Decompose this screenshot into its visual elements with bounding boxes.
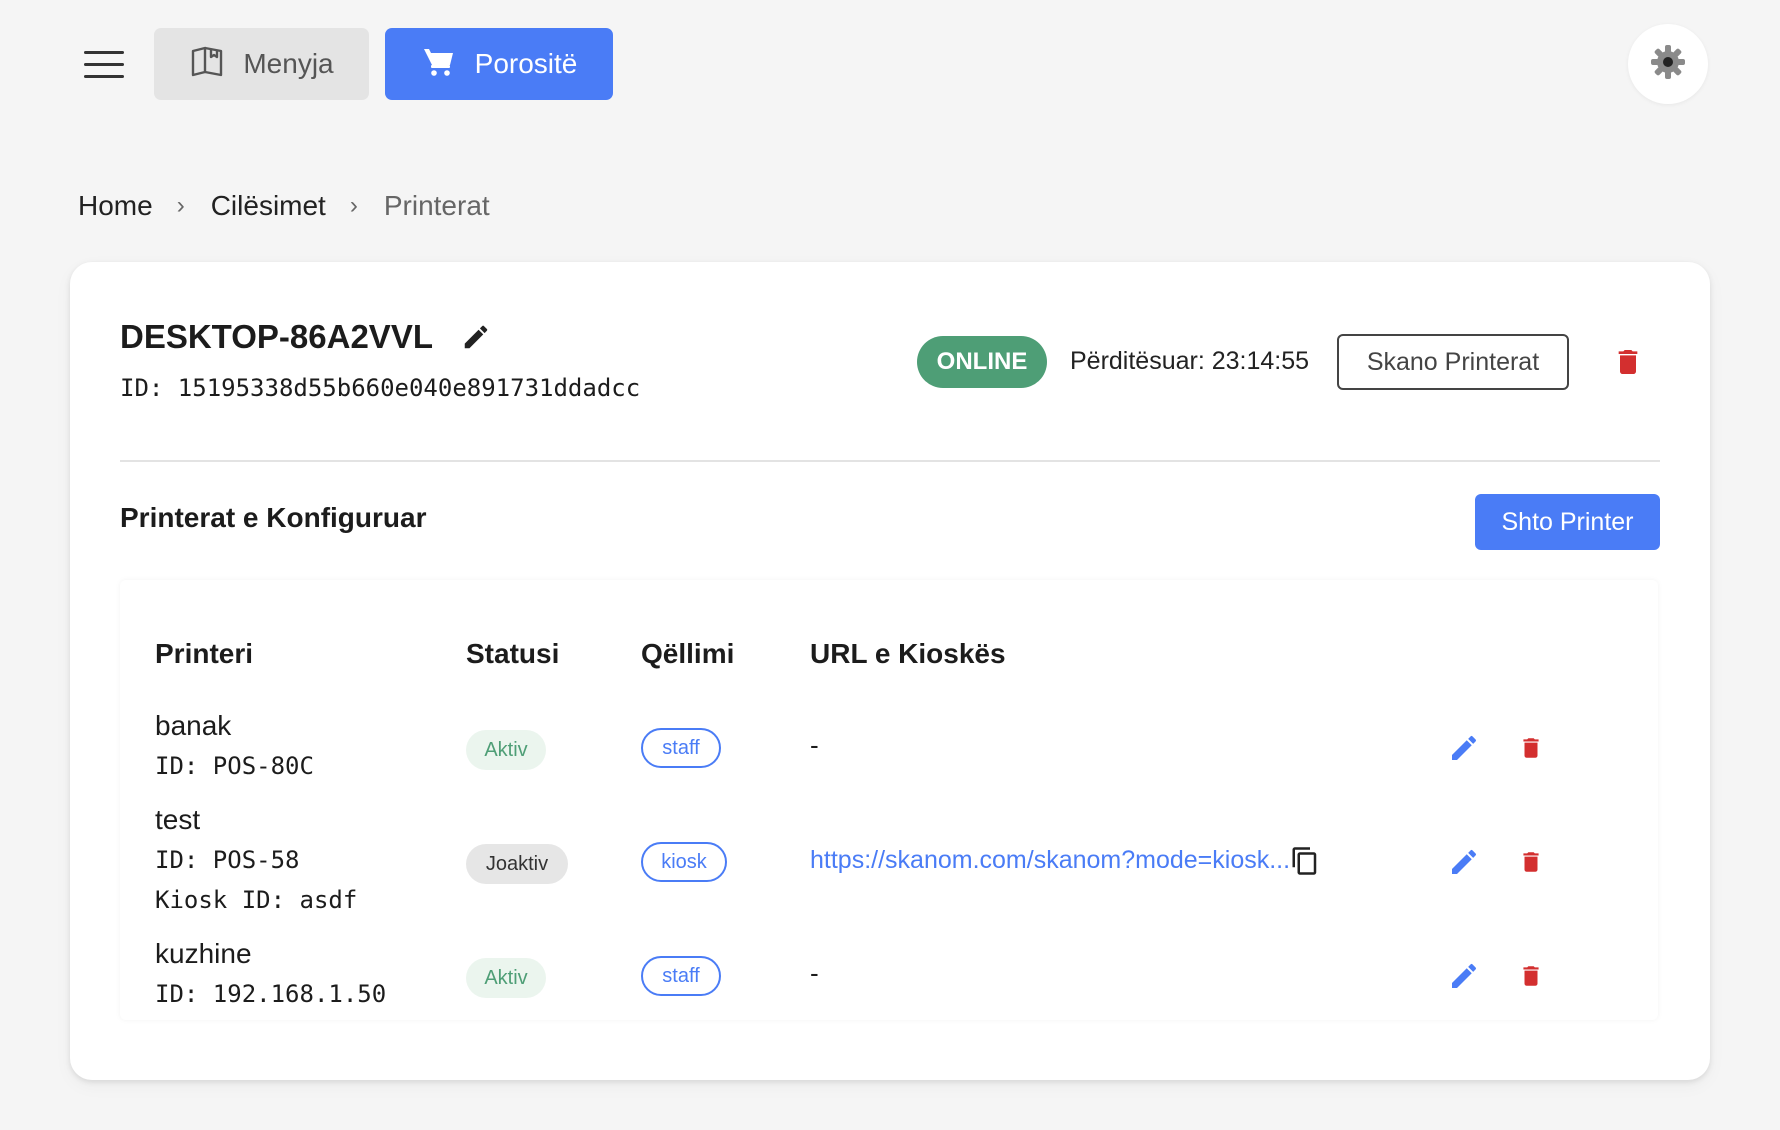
pencil-icon[interactable] xyxy=(1448,732,1480,764)
status-chip: Joaktiv xyxy=(466,844,568,884)
breadcrumb: Home › Cilësimet › Printerat xyxy=(78,186,490,226)
trash-icon[interactable] xyxy=(1612,344,1644,380)
trash-icon[interactable] xyxy=(1518,732,1544,764)
status-badge: ONLINE xyxy=(917,336,1047,388)
printer-name: kuzhine xyxy=(155,938,252,969)
orders-button[interactable]: Porositë xyxy=(385,28,613,100)
pencil-icon[interactable] xyxy=(1448,960,1480,992)
printer-name: banak xyxy=(155,710,232,741)
breadcrumb-settings[interactable]: Cilësimet xyxy=(211,190,326,222)
top-bar: Menyja Porositë xyxy=(0,0,1780,130)
purpose-chip: kiosk xyxy=(641,842,727,882)
printer-id: ID: POS-80C xyxy=(155,752,314,780)
menu-button-label: Menyja xyxy=(243,48,334,79)
chevron-right-icon: › xyxy=(349,192,358,219)
printer-id: ID: 192.168.1.50 xyxy=(155,980,387,1008)
last-updated: Përditësuar: 23:14:55 xyxy=(1070,347,1310,375)
kiosk-url-link[interactable]: https://skanom.com/skanom?mode=kiosk... xyxy=(810,846,1290,875)
pencil-icon[interactable] xyxy=(1448,846,1480,878)
header-printer: Printeri xyxy=(155,638,254,669)
printers-table: Printeri Statusi Qëllimi URL e Kioskës b… xyxy=(120,580,1658,1020)
divider xyxy=(120,460,1660,462)
table-row: kuzhine ID: 192.168.1.50 Aktiv staff - xyxy=(120,938,1658,1028)
orders-button-label: Porositë xyxy=(474,48,578,79)
copy-icon[interactable] xyxy=(1290,844,1320,878)
chevron-right-icon: › xyxy=(176,192,185,219)
purpose-chip: staff xyxy=(641,728,721,768)
trash-icon[interactable] xyxy=(1518,960,1544,992)
printer-name: test xyxy=(155,804,201,835)
settings-button[interactable] xyxy=(1628,24,1708,104)
status-chip: Aktiv xyxy=(466,730,546,770)
book-icon xyxy=(189,43,225,86)
kiosk-id: Kiosk ID: asdf xyxy=(155,886,358,914)
table-row: test ID: POS-58 Kiosk ID: asdf Joaktiv k… xyxy=(120,804,1658,924)
status-chip: Aktiv xyxy=(466,958,546,998)
purpose-chip: staff xyxy=(641,956,721,996)
trash-icon[interactable] xyxy=(1518,846,1544,878)
section-title: Printerat e Konfiguruar xyxy=(120,502,427,533)
breadcrumb-home[interactable]: Home xyxy=(78,190,153,222)
kiosk-url: - xyxy=(810,730,819,760)
breadcrumb-printers: Printerat xyxy=(383,190,490,221)
hamburger-icon[interactable] xyxy=(82,46,126,82)
add-printer-button[interactable]: Shto Printer xyxy=(1475,494,1660,550)
menu-button[interactable]: Menyja xyxy=(154,28,369,100)
printer-id: ID: POS-58 xyxy=(155,846,300,874)
cart-icon xyxy=(421,43,457,86)
pencil-icon[interactable] xyxy=(461,322,491,352)
kiosk-url: - xyxy=(810,958,819,988)
device-header: DESKTOP-86A2VVL xyxy=(120,318,491,356)
header-status: Statusi xyxy=(466,638,560,669)
gear-icon xyxy=(1648,42,1688,87)
scan-printers-button[interactable]: Skano Printerat xyxy=(1337,334,1569,390)
header-purpose: Qëllimi xyxy=(641,638,735,669)
table-row: banak ID: POS-80C Aktiv staff - xyxy=(120,710,1658,800)
device-id: ID: 15195338d55b660e040e891731ddadcc xyxy=(120,374,641,402)
device-name: DESKTOP-86A2VVL xyxy=(120,318,433,355)
device-card: DESKTOP-86A2VVL ID: 15195338d55b660e040e… xyxy=(70,262,1710,1080)
header-kiosk-url: URL e Kioskës xyxy=(810,638,1006,669)
